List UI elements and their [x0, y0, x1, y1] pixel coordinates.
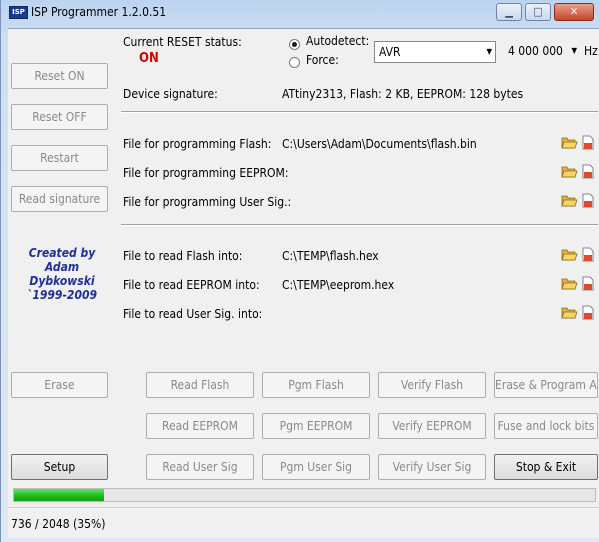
minimize-button[interactable]: ▁: [496, 3, 522, 21]
pgm-eeprom-button[interactable]: Pgm EEPROM: [262, 413, 370, 439]
close-button[interactable]: ✕: [554, 3, 594, 21]
pgm-user-sig-button[interactable]: Pgm User Sig: [262, 454, 370, 480]
autodetect-label: Autodetect:: [306, 34, 370, 48]
clear-document-icon[interactable]: [582, 247, 595, 262]
clear-document-icon[interactable]: [582, 276, 595, 291]
program-flash-label: File for programming Flash:: [123, 137, 272, 151]
stop-exit-button[interactable]: Stop & Exit: [494, 454, 598, 480]
folder-open-icon[interactable]: [561, 193, 578, 208]
read-flash-button[interactable]: Read Flash: [146, 372, 254, 398]
progress-fill: [14, 489, 105, 501]
app-icon: ISP: [9, 6, 28, 19]
verify-user-sig-button[interactable]: Verify User Sig: [378, 454, 486, 480]
read-flash-label: File to read Flash into:: [123, 249, 243, 263]
autodetect-radio[interactable]: [289, 39, 300, 50]
credit-line: Created by: [28, 246, 96, 260]
folder-open-icon[interactable]: [561, 135, 578, 150]
read-eeprom-label: File to read EEPROM into:: [123, 278, 260, 292]
reset-status-label: Current RESET status:: [123, 35, 242, 49]
folder-open-icon[interactable]: [561, 247, 578, 262]
program-usersig-label: File for programming User Sig.:: [123, 195, 292, 209]
clear-document-icon[interactable]: [582, 164, 595, 179]
setup-button[interactable]: Setup: [11, 454, 108, 480]
family-select[interactable]: AVR ▼: [374, 41, 496, 63]
clear-document-icon[interactable]: [582, 305, 595, 320]
clock-unit: Hz: [584, 44, 598, 58]
author-credit: Created by Adam Dybkowski `1999-2009: [18, 246, 106, 302]
erase-program-all-button[interactable]: Erase & Program All: [494, 372, 598, 398]
client-area: Reset ON Reset OFF Restart Read signatur…: [8, 28, 599, 538]
verify-eeprom-button[interactable]: Verify EEPROM: [378, 413, 486, 439]
force-label: Force:: [306, 53, 339, 67]
read-flash-path: C:\TEMP\flash.hex: [282, 249, 379, 263]
verify-flash-button[interactable]: Verify Flash: [378, 372, 486, 398]
clock-select[interactable]: 4 000 000 ▼: [504, 41, 578, 63]
clear-document-icon[interactable]: [582, 135, 595, 150]
folder-open-icon[interactable]: [561, 305, 578, 320]
folder-open-icon[interactable]: [561, 164, 578, 179]
restart-button[interactable]: Restart: [11, 145, 108, 171]
family-value: AVR: [379, 45, 401, 59]
read-user-sig-button[interactable]: Read User Sig: [146, 454, 254, 480]
erase-button[interactable]: Erase: [11, 372, 108, 398]
divider: [121, 111, 598, 113]
signature-value: ATtiny2313, Flash: 2 KB, EEPROM: 128 byt…: [282, 87, 524, 101]
maximize-button[interactable]: □: [525, 3, 551, 21]
signature-label: Device signature:: [123, 87, 218, 101]
folder-open-icon[interactable]: [561, 276, 578, 291]
title-bar: ISP ISP Programmer 1.2.0.51 ▁ □ ✕: [1, 0, 599, 28]
reset-on-button[interactable]: Reset ON: [11, 63, 108, 89]
program-eeprom-label: File for programming EEPROM:: [123, 166, 289, 180]
divider: [121, 224, 598, 226]
program-flash-path: C:\Users\Adam\Documents\flash.bin: [282, 137, 477, 151]
fuse-lock-bits-button[interactable]: Fuse and lock bits: [494, 413, 598, 439]
credit-line: Dybkowski: [29, 274, 95, 288]
clock-value: 4 000 000: [508, 44, 563, 58]
app-window: ISP ISP Programmer 1.2.0.51 ▁ □ ✕ Reset …: [0, 0, 599, 542]
pgm-flash-button[interactable]: Pgm Flash: [262, 372, 370, 398]
window-title: ISP Programmer 1.2.0.51: [31, 5, 167, 19]
read-signature-button[interactable]: Read signature: [11, 186, 108, 212]
credit-line: Adam: [44, 260, 80, 274]
clear-document-icon[interactable]: [582, 193, 595, 208]
read-eeprom-path: C:\TEMP\eeprom.hex: [282, 278, 395, 292]
credit-line: `1999-2009: [27, 288, 97, 302]
read-usersig-label: File to read User Sig. into:: [123, 307, 263, 321]
status-bar: 736 / 2048 (35%): [8, 507, 599, 538]
chevron-down-icon: ▼: [486, 47, 492, 56]
force-radio[interactable]: [289, 57, 300, 68]
status-text: 736 / 2048 (35%): [11, 517, 106, 531]
chevron-down-icon: ▼: [571, 46, 577, 55]
read-eeprom-button[interactable]: Read EEPROM: [146, 413, 254, 439]
progress-bar: [13, 488, 596, 502]
reset-off-button[interactable]: Reset OFF: [11, 104, 108, 130]
reset-status-value: ON: [139, 51, 159, 66]
